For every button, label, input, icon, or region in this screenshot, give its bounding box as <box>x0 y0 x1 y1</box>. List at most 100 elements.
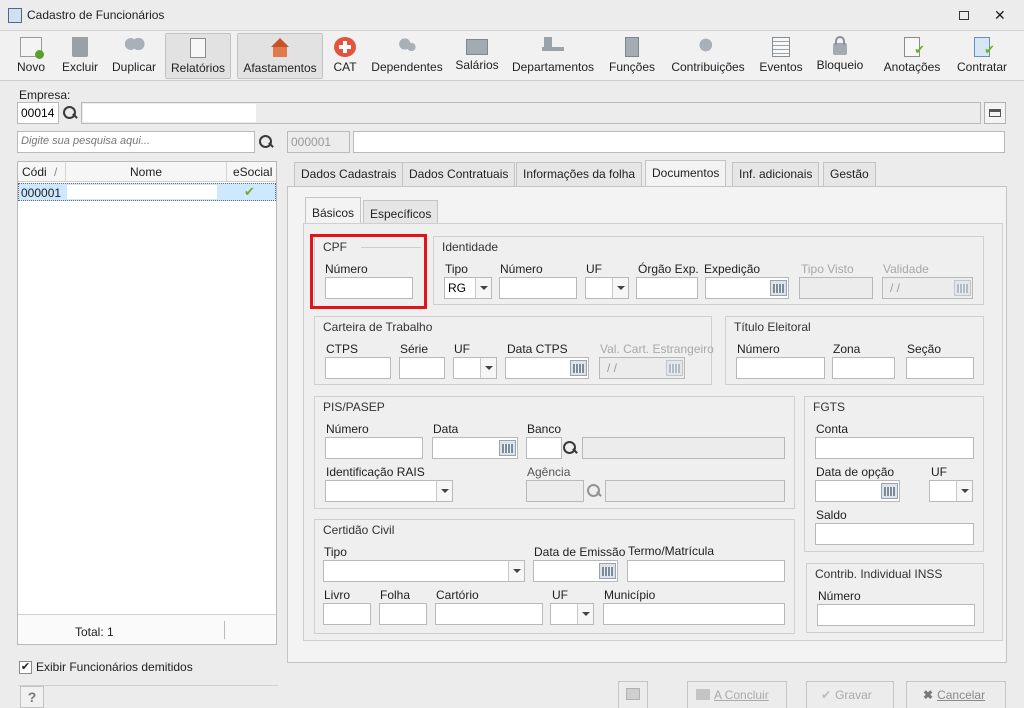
fgts-uf-select[interactable] <box>929 480 973 502</box>
fgts-account-field[interactable] <box>815 437 974 459</box>
book-field[interactable] <box>323 603 371 625</box>
calendar-icon[interactable] <box>570 360 587 376</box>
employee-code-field[interactable]: 000001 <box>287 131 350 153</box>
contributions-button[interactable]: Contribuições <box>668 33 748 79</box>
ctps-series-field[interactable] <box>399 357 445 379</box>
issue-date-field[interactable] <box>705 277 789 299</box>
block-button[interactable]: Bloqueio <box>814 33 866 79</box>
inss-number-field[interactable] <box>817 604 975 626</box>
hire-button[interactable]: ✔ Contratar <box>952 33 1012 79</box>
events-button[interactable]: Eventos <box>758 33 804 79</box>
certificate-type-label: Tipo <box>324 545 347 559</box>
certificate-issue-date-field[interactable] <box>533 560 618 582</box>
calendar-icon[interactable] <box>599 563 616 579</box>
calendar-icon[interactable] <box>881 483 898 499</box>
bank-search-icon[interactable] <box>560 438 580 458</box>
notes-button[interactable]: ✔ Anotações <box>880 33 944 79</box>
show-dismissed-checkbox[interactable]: ✔ <box>19 661 32 674</box>
ctps-date-field[interactable] <box>505 357 589 379</box>
restore-icon[interactable] <box>959 11 969 20</box>
save-label: Gravar <box>835 688 872 702</box>
note-check-icon: ✔ <box>904 37 925 57</box>
departments-button[interactable]: Departamentos <box>510 33 596 79</box>
identity-type-select[interactable]: RG <box>444 277 492 299</box>
dependents-button[interactable]: Dependentes <box>370 33 444 79</box>
help-button[interactable]: ? <box>20 686 44 708</box>
issuing-org-field[interactable] <box>636 277 698 299</box>
pis-date-field[interactable] <box>432 437 518 459</box>
save-button[interactable]: ✔ Gravar <box>806 681 894 708</box>
calendar-icon[interactable] <box>770 280 787 296</box>
rais-select[interactable] <box>325 480 453 502</box>
cancel-x-icon: ✖ <box>923 688 934 702</box>
company-search-icon[interactable] <box>60 103 80 123</box>
chevron-down-icon <box>475 278 491 298</box>
certificate-uf-select[interactable] <box>550 603 594 625</box>
employee-name-field[interactable] <box>353 131 1005 153</box>
fgts-uf-label: UF <box>931 465 947 479</box>
agency-label: Agência <box>527 465 571 479</box>
option-date-field[interactable] <box>815 480 900 502</box>
conclude-button[interactable]: A Concluir <box>687 681 787 708</box>
bank-code-field[interactable] <box>526 437 562 459</box>
report-icon <box>190 38 206 58</box>
city-field[interactable] <box>603 603 785 625</box>
agency-code-field <box>526 480 584 502</box>
voter-zone-field[interactable] <box>832 357 895 379</box>
registry-label: Cartório <box>436 588 479 602</box>
term-field[interactable] <box>627 560 785 582</box>
cat-button[interactable]: CAT <box>330 33 360 79</box>
users-icon <box>123 37 145 57</box>
chevron-down-icon <box>436 481 452 501</box>
tab-dados-contratuais[interactable]: Dados Contratuais <box>402 162 516 186</box>
bank-label: Banco <box>527 422 562 436</box>
ctps-uf-select[interactable] <box>453 357 497 379</box>
close-icon[interactable]: ✕ <box>994 7 1006 24</box>
employee-search-icon[interactable] <box>256 132 276 152</box>
validity-label: Validade <box>883 262 929 276</box>
tab-inf-adicionais[interactable]: Inf. adicionais <box>732 162 820 186</box>
hire-label: Contratar <box>956 60 1008 74</box>
subtab-especificos[interactable]: Específicos <box>363 200 439 224</box>
registry-field[interactable] <box>435 603 543 625</box>
tab-documentos[interactable]: Documentos <box>645 160 727 187</box>
company-code-field[interactable]: 00014 <box>17 102 59 124</box>
attach-button[interactable] <box>618 681 648 708</box>
identity-uf-select[interactable] <box>585 277 629 299</box>
col-esocial[interactable]: eSocial <box>233 165 272 179</box>
identity-number-field[interactable] <box>499 277 577 299</box>
table-row[interactable]: 000001 ✔ <box>18 183 276 201</box>
cancel-button[interactable]: ✖ Cancelar <box>906 681 1006 708</box>
tab-dados-cadastrais[interactable]: Dados Cadastrais <box>294 162 404 186</box>
voter-number-field[interactable] <box>736 357 825 379</box>
new-button[interactable]: Novo <box>14 33 48 79</box>
col-code[interactable]: Códi <box>22 165 47 179</box>
functions-button[interactable]: Funções <box>606 33 658 79</box>
calendar-icon[interactable] <box>499 440 516 456</box>
company-menu-button[interactable] <box>984 102 1006 124</box>
duplicate-button[interactable]: Duplicar <box>110 33 158 79</box>
voter-section-field[interactable] <box>906 357 974 379</box>
salaries-button[interactable]: Salários <box>454 33 500 79</box>
tab-gestao[interactable]: Gestão <box>823 162 876 186</box>
delete-button[interactable]: Excluir <box>60 33 100 79</box>
validity-field: / / <box>882 277 973 299</box>
certificate-type-select[interactable] <box>323 560 525 582</box>
tab-informacoes-folha[interactable]: Informações da folha <box>516 162 643 186</box>
book-label: Livro <box>324 588 351 602</box>
subtab-basicos[interactable]: Básicos <box>305 197 362 224</box>
validity-value: / / <box>890 281 901 295</box>
leaves-button[interactable]: Afastamentos <box>237 33 323 79</box>
ctps-number-field[interactable] <box>325 357 391 379</box>
employee-search-input[interactable]: Digite sua pesquisa aqui... <box>17 131 255 153</box>
page-field[interactable] <box>379 603 427 625</box>
pis-number-field[interactable] <box>325 437 423 459</box>
col-name[interactable]: Nome <box>130 165 162 179</box>
cat-label: CAT <box>333 60 357 74</box>
badge-icon <box>625 37 639 57</box>
ctps-date-label: Data CTPS <box>507 342 568 356</box>
reports-button[interactable]: Relatórios <box>165 33 231 79</box>
voter-number-label: Número <box>737 342 780 356</box>
balance-field[interactable] <box>815 523 974 545</box>
reports-label: Relatórios <box>170 61 226 75</box>
